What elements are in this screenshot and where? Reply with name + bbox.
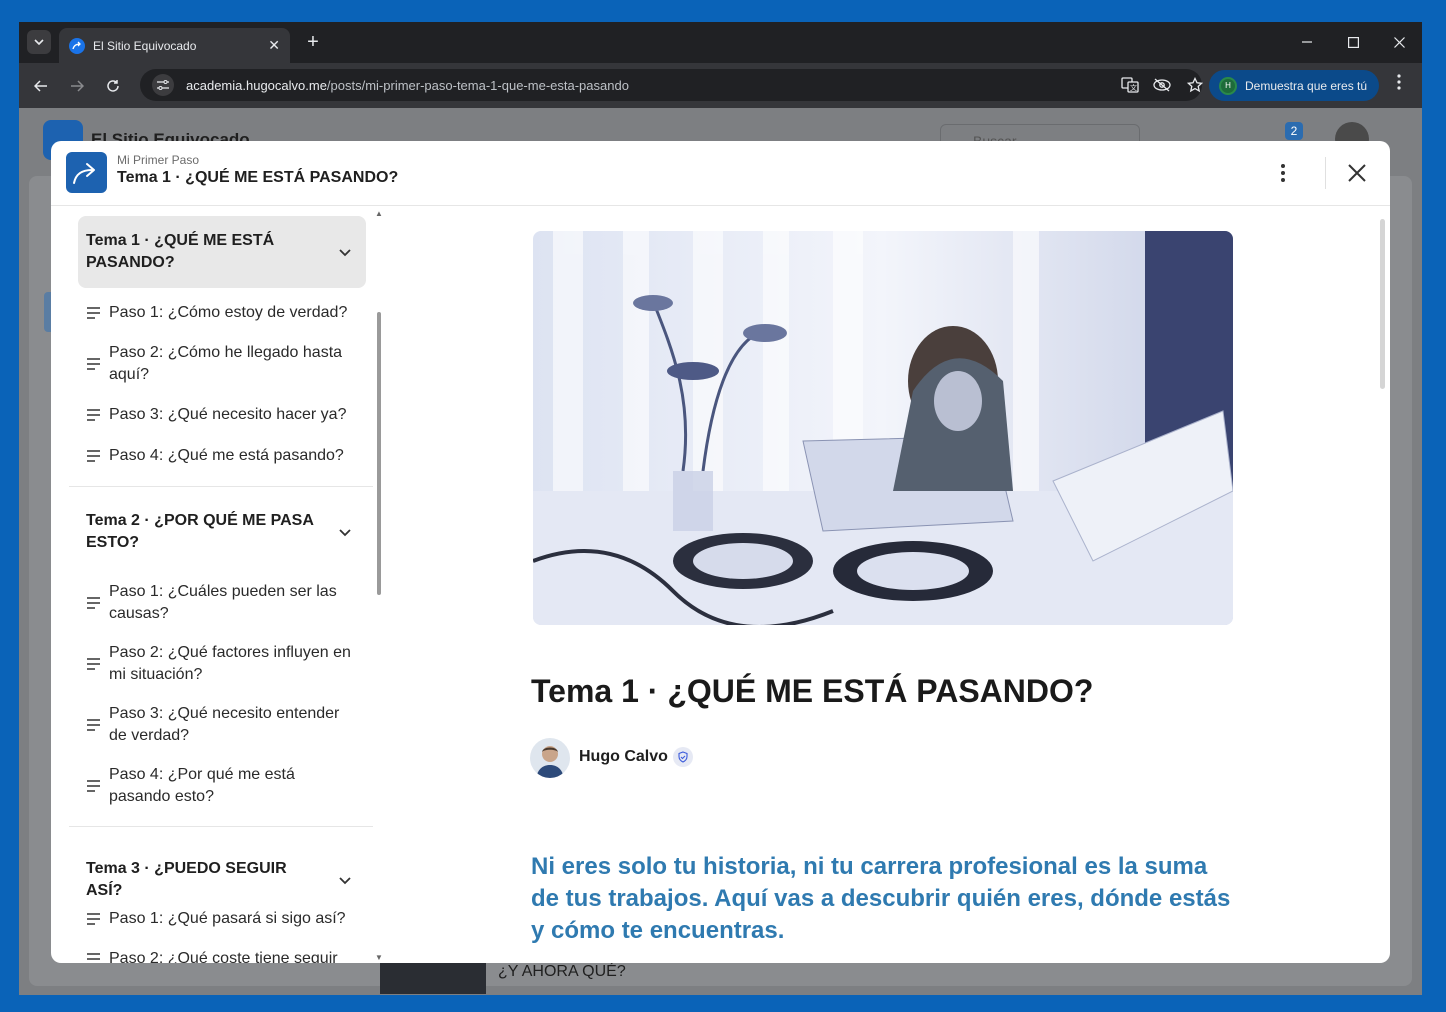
- text-lines-icon: [87, 719, 100, 731]
- step-label: Paso 1: ¿Cuáles pueden ser las causas?: [109, 583, 337, 622]
- step-label: Paso 3: ¿Qué necesito hacer ya?: [109, 406, 347, 423]
- course-logo-icon: [66, 152, 107, 193]
- post-lead: Ni eres solo tu historia, ni tu carrera …: [531, 853, 1231, 944]
- author-name[interactable]: Hugo Calvo: [579, 748, 668, 766]
- minimize-icon[interactable]: [1295, 30, 1319, 54]
- scroll-up-arrow-icon[interactable]: ▲: [375, 209, 383, 218]
- browser-tab[interactable]: El Sitio Equivocado ✕: [59, 28, 290, 63]
- new-tab-button[interactable]: +: [301, 31, 325, 55]
- address-bar[interactable]: academia.hugocalvo.me/posts/mi-primer-pa…: [140, 69, 1203, 101]
- text-lines-icon: [87, 358, 100, 370]
- step-item[interactable]: Paso 2: ¿Cómo he llegado hasta aquí?: [87, 342, 357, 386]
- post-title: Tema 1 · ¿QUÉ ME ESTÁ PASANDO?: [531, 673, 1094, 709]
- step-item[interactable]: Paso 3: ¿Qué necesito entender de verdad…: [87, 703, 357, 747]
- close-icon[interactable]: [1345, 161, 1369, 185]
- bookmark-star-icon[interactable]: [1183, 73, 1207, 97]
- window-close-icon[interactable]: [1387, 30, 1411, 54]
- forward-arrow-icon[interactable]: [65, 74, 89, 98]
- tab-strip: El Sitio Equivocado ✕ +: [19, 22, 1422, 63]
- step-label: Paso 2: ¿Cómo he llegado hasta aquí?: [109, 344, 343, 383]
- section-title: Tema 2 · ¿POR QUÉ ME PASA ESTO?: [86, 512, 314, 551]
- modal-header: Mi Primer Paso Tema 1 · ¿QUÉ ME ESTÁ PAS…: [51, 141, 1390, 206]
- modal-title: Tema 1 · ¿QUÉ ME ESTÁ PASANDO?: [117, 169, 399, 186]
- reload-icon[interactable]: [101, 74, 125, 98]
- eye-slash-icon[interactable]: [1150, 73, 1174, 97]
- section-tema-2[interactable]: Tema 2 · ¿POR QUÉ ME PASA ESTO?: [78, 496, 366, 568]
- step-label: Paso 4: ¿Por qué me está pasando esto?: [109, 766, 295, 805]
- text-lines-icon: [87, 913, 100, 925]
- step-label: Paso 2: ¿Qué coste tiene seguir: [109, 950, 338, 963]
- text-lines-icon: [87, 450, 100, 462]
- step-label: Paso 1: ¿Qué pasará si sigo así?: [109, 910, 346, 927]
- lesson-sidebar: ▲ Tema 1 · ¿QUÉ ME ESTÁ PASANDO? Paso 1:…: [51, 207, 385, 963]
- text-lines-icon: [87, 658, 100, 670]
- verified-shield-icon: [673, 747, 693, 767]
- scroll-down-arrow-icon[interactable]: ▼: [375, 953, 383, 962]
- notifications-badge: 2: [1285, 122, 1303, 140]
- content-scrollbar[interactable]: [1380, 219, 1385, 389]
- browser-menu-icon[interactable]: [1391, 74, 1407, 95]
- browser-window: El Sitio Equivocado ✕ + academia.hugocal…: [19, 22, 1422, 995]
- tab-close-icon[interactable]: ✕: [268, 37, 280, 54]
- translate-icon[interactable]: 文: [1118, 73, 1142, 97]
- url-host: academia.hugocalvo.me: [186, 77, 327, 93]
- step-label: Paso 3: ¿Qué necesito entender de verdad…: [109, 705, 340, 744]
- post-content: Tema 1 · ¿QUÉ ME ESTÁ PASANDO? Hugo Calv…: [385, 207, 1390, 963]
- lesson-modal: Mi Primer Paso Tema 1 · ¿QUÉ ME ESTÁ PAS…: [51, 141, 1390, 963]
- profile-avatar-icon: H: [1219, 76, 1237, 95]
- section-divider: [69, 486, 373, 487]
- step-label: Paso 1: ¿Cómo estoy de verdad?: [109, 304, 348, 321]
- tab-search-button[interactable]: [27, 30, 51, 54]
- step-label: Paso 2: ¿Qué factores influyen en mi sit…: [109, 644, 351, 683]
- step-item[interactable]: Paso 2: ¿Qué factores influyen en mi sit…: [87, 642, 357, 686]
- course-name: Mi Primer Paso: [117, 153, 200, 167]
- step-item[interactable]: Paso 4: ¿Por qué me está pasando esto?: [87, 764, 357, 808]
- chevron-down-icon: [339, 529, 351, 537]
- site-info-icon[interactable]: [152, 74, 174, 96]
- section-tema-1[interactable]: Tema 1 · ¿QUÉ ME ESTÁ PASANDO?: [78, 216, 366, 288]
- maximize-icon[interactable]: [1341, 30, 1365, 54]
- section-title: Tema 3 · ¿PUEDO SEGUIR ASÍ?: [86, 860, 287, 899]
- item-title[interactable]: ¿Y AHORA QUÉ?: [498, 963, 626, 981]
- text-lines-icon: [87, 780, 100, 792]
- step-label: Paso 4: ¿Qué me está pasando?: [109, 447, 344, 464]
- text-lines-icon: [87, 597, 100, 609]
- chevron-down-icon: [339, 249, 351, 257]
- chevron-down-icon: [34, 39, 44, 45]
- chevron-down-icon: [339, 877, 351, 885]
- header-divider: [1325, 157, 1326, 189]
- browser-toolbar: academia.hugocalvo.me/posts/mi-primer-pa…: [19, 63, 1422, 108]
- url-path: /posts/mi-primer-paso-tema-1-que-me-esta…: [326, 77, 629, 93]
- section-tema-3[interactable]: Tema 3 · ¿PUEDO SEGUIR ASÍ?: [78, 844, 366, 916]
- url-text: academia.hugocalvo.me/posts/mi-primer-pa…: [186, 78, 629, 93]
- step-item[interactable]: Paso 1: ¿Cuáles pueden ser las causas?: [87, 581, 357, 625]
- section-divider: [69, 826, 373, 827]
- sidebar-scrollbar[interactable]: [377, 312, 381, 595]
- author-avatar[interactable]: [530, 738, 570, 778]
- tab-title: El Sitio Equivocado: [93, 38, 197, 53]
- text-lines-icon: [87, 307, 100, 319]
- step-item[interactable]: Paso 1: ¿Qué pasará si sigo así?: [87, 908, 357, 930]
- text-lines-icon: [87, 953, 100, 960]
- back-arrow-icon[interactable]: [29, 74, 53, 98]
- profile-label: Demuestra que eres tú: [1245, 78, 1368, 93]
- more-options-icon[interactable]: [1271, 161, 1295, 185]
- step-item[interactable]: Paso 4: ¿Qué me está pasando?: [87, 445, 357, 467]
- step-item[interactable]: Paso 1: ¿Cómo estoy de verdad?: [87, 302, 357, 324]
- site-favicon-icon: [69, 37, 85, 54]
- section-title: Tema 1 · ¿QUÉ ME ESTÁ PASANDO?: [86, 232, 275, 271]
- step-item[interactable]: Paso 2: ¿Qué coste tiene seguir: [87, 948, 357, 963]
- step-item[interactable]: Paso 3: ¿Qué necesito hacer ya?: [87, 404, 357, 426]
- text-lines-icon: [87, 409, 100, 421]
- hero-image: [533, 231, 1233, 625]
- profile-chip[interactable]: H Demuestra que eres tú: [1209, 70, 1379, 101]
- svg-text:文: 文: [1130, 83, 1137, 92]
